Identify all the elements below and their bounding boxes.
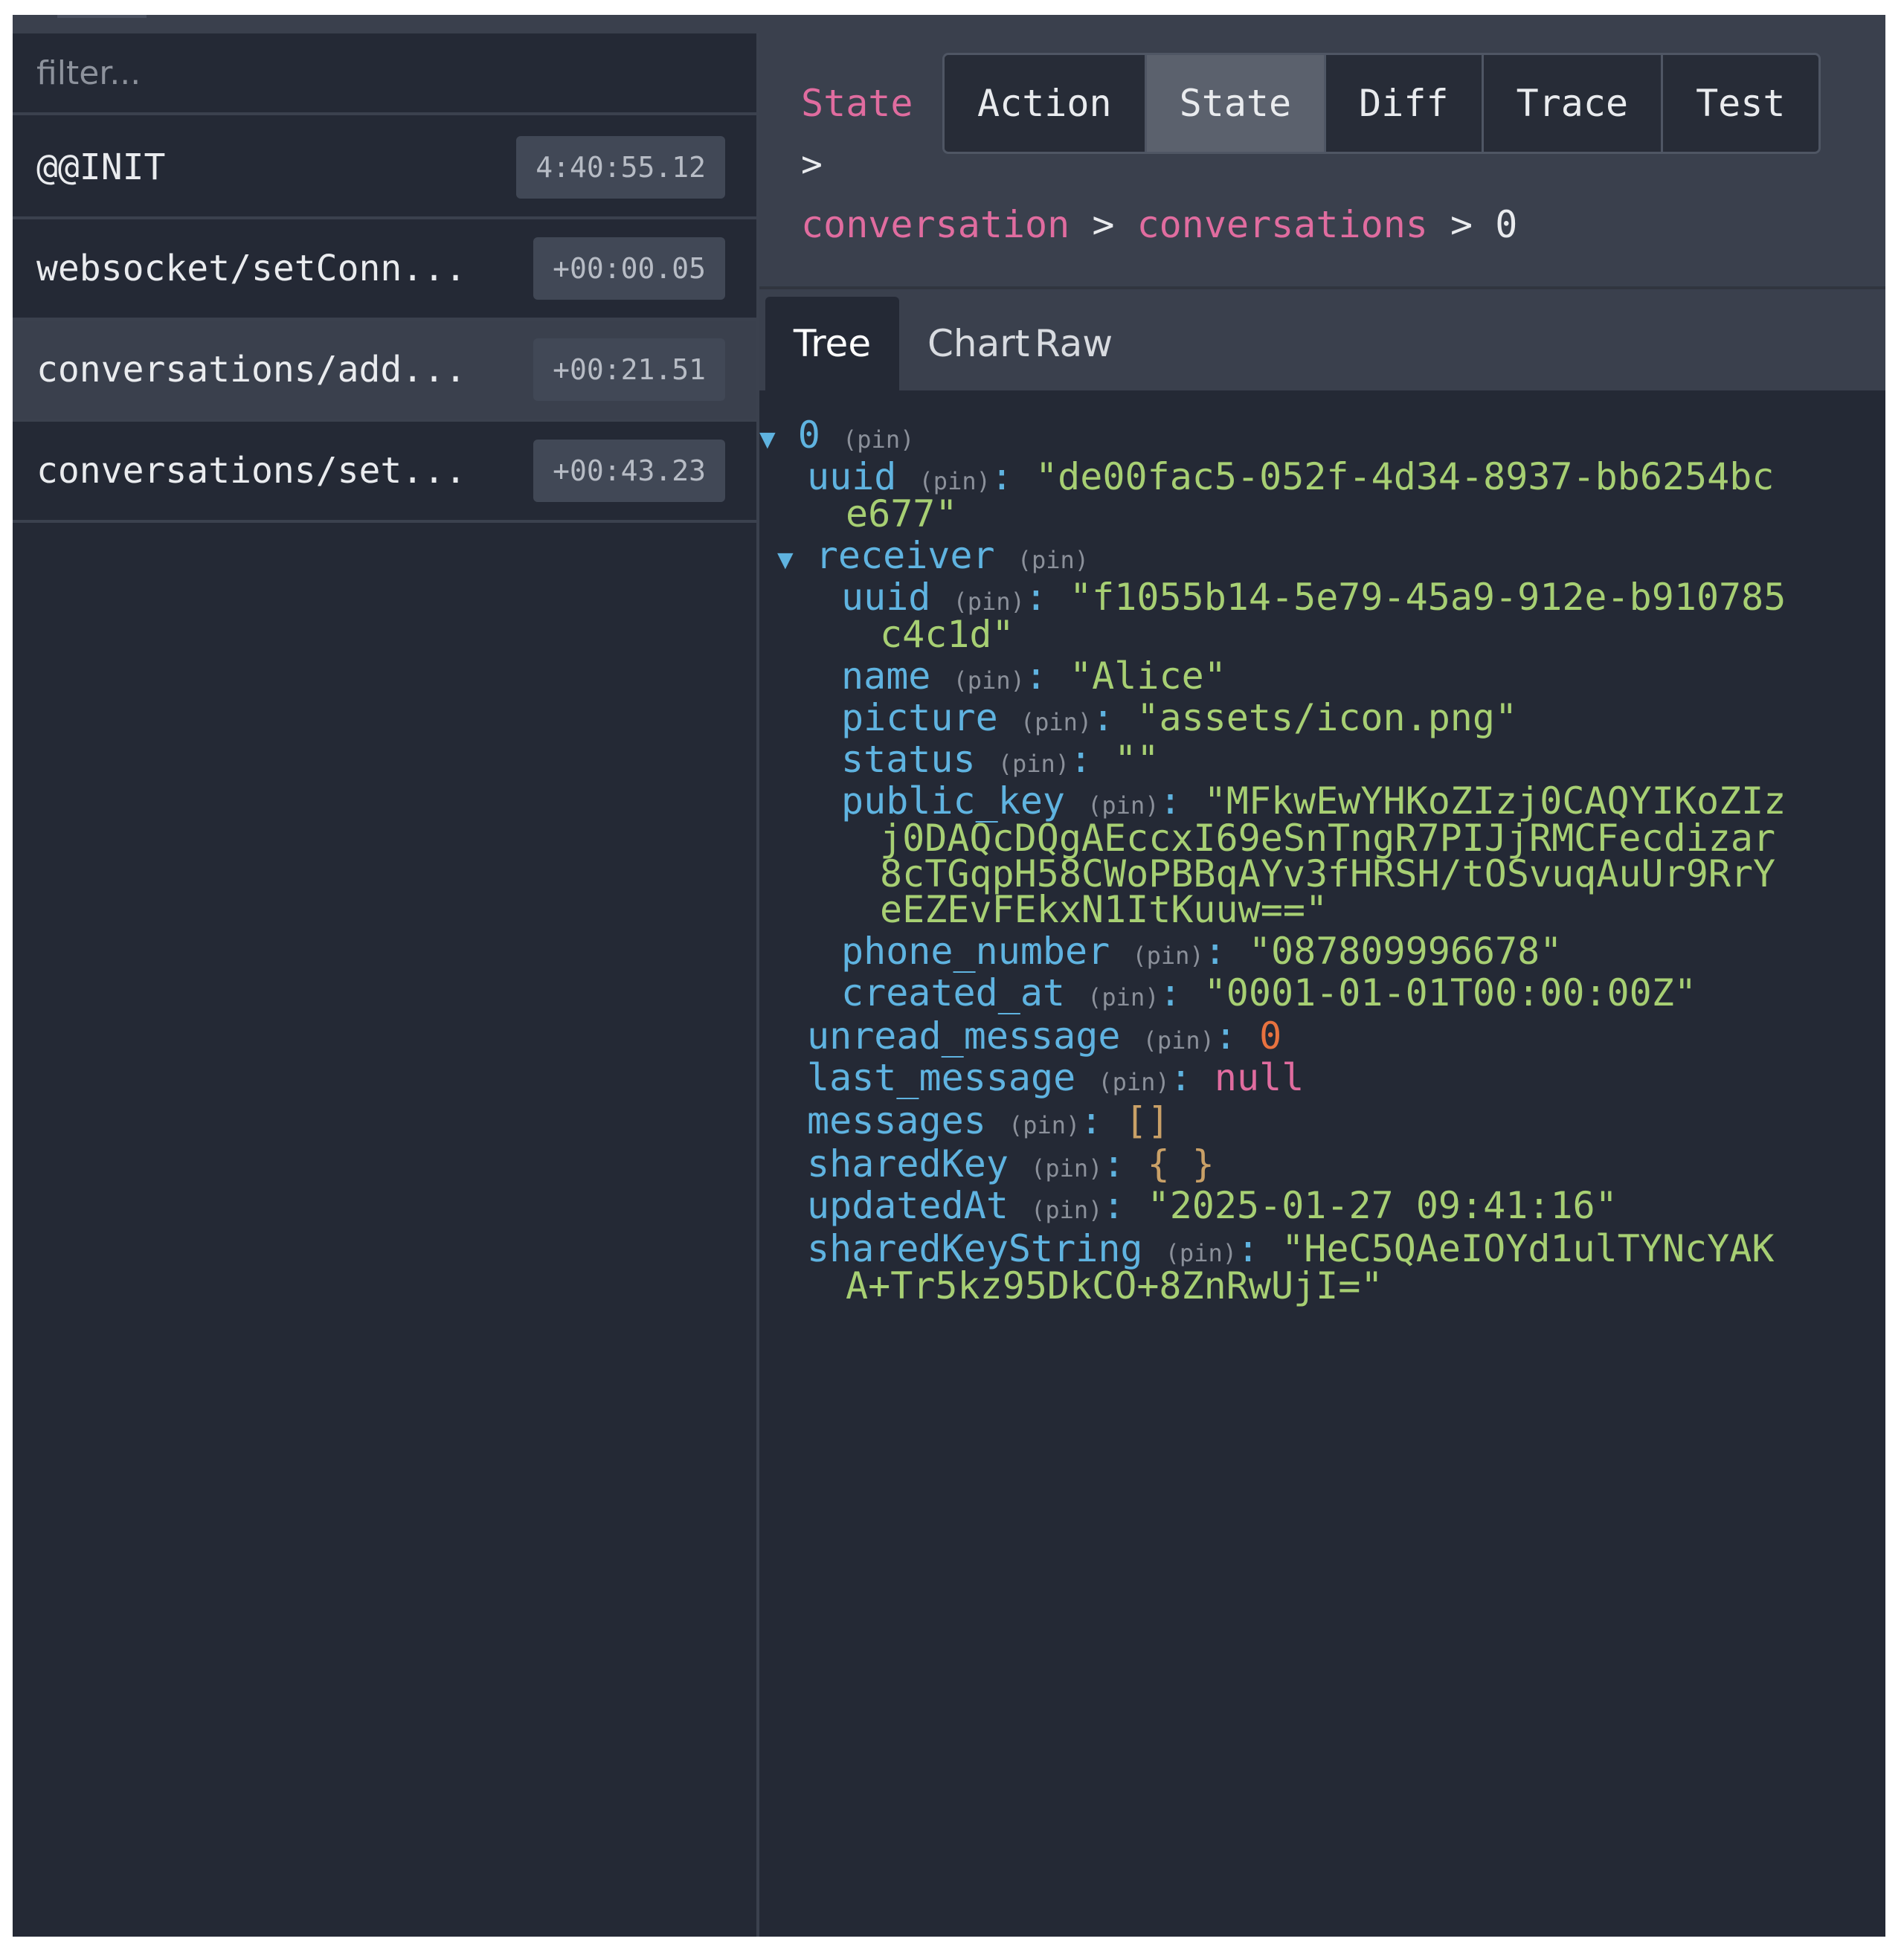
tree-value: { } <box>1147 1142 1215 1185</box>
view-tabs: Tree Chart Raw <box>759 286 1885 393</box>
breadcrumb-item-conversations[interactable]: conversations <box>1137 203 1428 246</box>
pin-button[interactable]: (pin) <box>1143 1026 1215 1055</box>
tab-chart[interactable]: Chart <box>927 297 1029 390</box>
tree-value-continuation: A+Tr5kz95DkCO+8ZnRwUjI=" <box>846 1264 1383 1308</box>
pin-button[interactable]: (pin) <box>1031 1154 1102 1183</box>
tree-value: "Alice" <box>1070 654 1226 698</box>
redux-devtools-window: @@INIT 4:40:55.12 websocket/setConn... +… <box>13 15 1885 1937</box>
tree-value: e677" <box>846 492 958 535</box>
tree-value: eEZEvFEkxN1ItKuuw==" <box>880 888 1328 931</box>
expand-arrow-icon[interactable]: ▼ <box>759 424 776 454</box>
breadcrumb-item-conversation[interactable]: conversation <box>801 203 1070 246</box>
action-item-conversations-set[interactable]: conversations/set... +00:43.23 <box>13 422 756 523</box>
tree-key: updatedAt <box>807 1184 1009 1227</box>
pin-button[interactable]: (pin) <box>843 425 914 454</box>
tree-key: unread_message <box>807 1014 1121 1058</box>
action-name: @@INIT <box>36 147 166 188</box>
tree-value: "de00fac5-052f-4d34-8937-bb6254bc <box>1035 455 1775 498</box>
state-tree: ▼ 0 (pin) uuid (pin): "de00fac5-052f-4d3… <box>759 390 1885 1937</box>
pin-button[interactable]: (pin) <box>1031 1196 1102 1224</box>
tree-value-continuation: c4c1d" <box>880 612 1014 657</box>
tree-value: A+Tr5kz95DkCO+8ZnRwUjI=" <box>846 1264 1383 1307</box>
action-timestamp: 4:40:55.12 <box>516 136 725 199</box>
action-name: conversations/add... <box>36 349 466 390</box>
breadcrumb-root[interactable]: State <box>801 82 913 125</box>
tree-value: "2025-01-27 09:41:16" <box>1147 1184 1618 1227</box>
tree-value: "assets/icon.png" <box>1136 696 1518 739</box>
tree-row-updatedat: updatedAt (pin): "2025-01-27 09:41:16" <box>807 1184 1618 1227</box>
tree-value-continuation: eEZEvFEkxN1ItKuuw==" <box>880 887 1328 932</box>
tree-row-messages: messages (pin): [] <box>807 1099 1170 1142</box>
mode-button-trace[interactable]: Trace <box>1483 55 1664 152</box>
tree-value: null <box>1214 1056 1305 1099</box>
mode-button-action[interactable]: Action <box>945 55 1147 152</box>
pin-button[interactable]: (pin) <box>1087 983 1159 1011</box>
tree-value: "087809996678" <box>1248 930 1563 973</box>
action-name: conversations/set... <box>36 450 466 492</box>
tab-tree[interactable]: Tree <box>765 297 899 390</box>
action-name: websocket/setConn... <box>36 248 466 289</box>
pin-button[interactable]: (pin) <box>953 666 1025 695</box>
pin-button[interactable]: (pin) <box>1132 942 1203 970</box>
tree-value: "0001-01-01T00:00:00Z" <box>1203 971 1696 1014</box>
breadcrumb-item-current: 0 <box>1495 203 1518 246</box>
breadcrumb: conversation > conversations > 0 <box>801 203 1517 246</box>
tree-key: created_at <box>841 971 1066 1014</box>
tree-key: phone_number <box>841 930 1110 973</box>
pin-button[interactable]: (pin) <box>1009 1111 1080 1139</box>
action-timestamp: +00:21.51 <box>533 338 725 401</box>
tree-key: 0 <box>797 414 820 457</box>
tree-row-created-at: created_at (pin): "0001-01-01T00:00:00Z" <box>841 971 1696 1014</box>
tree-value: c4c1d" <box>880 613 1014 656</box>
pin-button[interactable]: (pin) <box>998 750 1070 778</box>
tab-raw[interactable]: Raw <box>1035 297 1113 390</box>
tree-value: [] <box>1125 1099 1170 1142</box>
tree-value: "f1055b14-5e79-45a9-912e-b910785 <box>1070 576 1786 619</box>
expand-arrow-icon[interactable]: ▼ <box>777 544 794 575</box>
filter-input[interactable] <box>13 33 756 115</box>
action-timestamp: +00:00.05 <box>533 237 725 300</box>
breadcrumb-separator: > <box>1450 203 1473 246</box>
action-item-init[interactable]: @@INIT 4:40:55.12 <box>13 118 756 219</box>
tree-value-continuation: e677" <box>846 492 958 536</box>
action-timestamp: +00:43.23 <box>533 440 725 502</box>
tree-value: "" <box>1114 738 1160 781</box>
mode-button-state[interactable]: State <box>1146 55 1327 152</box>
pin-button[interactable]: (pin) <box>1020 708 1092 736</box>
tree-key: sharedKey <box>807 1142 1009 1185</box>
inspector-panel: State > conversation > conversations > 0… <box>759 33 1885 1937</box>
action-list-panel: @@INIT 4:40:55.12 websocket/setConn... +… <box>13 33 759 1937</box>
tree-key: status <box>841 738 976 781</box>
action-item-websocket-setconn[interactable]: websocket/setConn... +00:00.05 <box>13 219 756 321</box>
mode-button-test[interactable]: Test <box>1663 55 1818 152</box>
tree-key: receiver <box>815 534 995 577</box>
window-top-bar <box>13 15 1885 33</box>
mode-button-diff[interactable]: Diff <box>1326 55 1484 152</box>
inspector-header: State > conversation > conversations > 0… <box>759 33 1885 286</box>
tree-row-last-message: last_message (pin): null <box>807 1056 1305 1099</box>
tree-value: 0 <box>1259 1014 1282 1058</box>
tree-key: picture <box>841 696 998 739</box>
pin-button[interactable]: (pin) <box>1098 1068 1169 1096</box>
pin-button[interactable]: (pin) <box>1017 546 1089 574</box>
monitor-mode-buttons: Action State Diff Trace Test <box>942 53 1821 154</box>
top-bar-tab-indicator <box>57 15 147 18</box>
tree-key: last_message <box>807 1056 1076 1099</box>
breadcrumb-separator: > <box>801 144 823 185</box>
tree-key: name <box>841 654 931 698</box>
breadcrumb-separator: > <box>1092 203 1115 246</box>
tree-key: messages <box>807 1099 986 1142</box>
action-item-conversations-add[interactable]: conversations/add... +00:21.51 <box>13 321 756 422</box>
